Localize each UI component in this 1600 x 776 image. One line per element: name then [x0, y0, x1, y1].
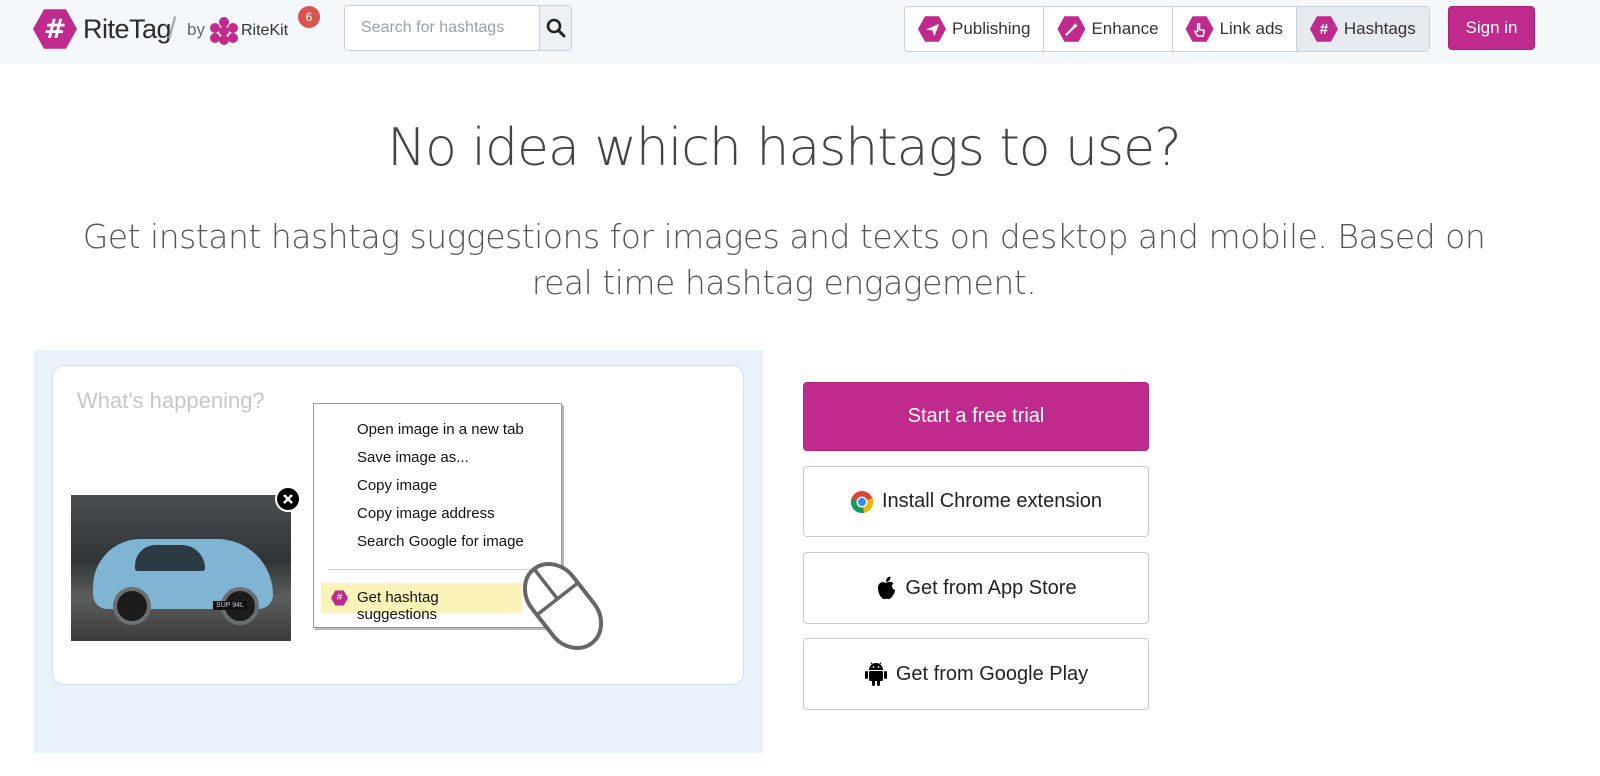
nav-label: Publishing [952, 19, 1031, 38]
button-label: Install Chrome extension [881, 490, 1103, 512]
close-icon[interactable] [275, 486, 301, 512]
menu-item-search-google[interactable]: Search Google for image [357, 533, 524, 550]
sign-in-button[interactable]: Sign in [1448, 6, 1535, 50]
notification-badge[interactable]: 6 [298, 6, 320, 28]
top-header: # RiteTag / by RiteKit 6 Publishing Enha… [0, 0, 1600, 63]
by-label: by [187, 20, 205, 39]
button-label: Get from Google Play [895, 662, 1089, 685]
composer-card: What's happening? SUP 94L Open image in … [52, 365, 744, 685]
nav-item-enhance[interactable]: Enhance [1044, 7, 1173, 51]
search-icon [546, 18, 565, 38]
car-wheel-front [113, 587, 151, 625]
menu-item-open-image[interactable]: Open image in a new tab [357, 421, 524, 438]
button-label: Start a free trial [907, 405, 1045, 427]
license-plate: SUP 94L [213, 601, 247, 610]
hash-icon: # [1309, 16, 1338, 42]
magic-wand-icon [1057, 16, 1086, 42]
apple-icon [875, 575, 897, 601]
paper-plane-icon [918, 16, 946, 42]
menu-item-copy-image[interactable]: Copy image [357, 477, 437, 494]
menu-divider [328, 569, 548, 570]
nav-item-publishing[interactable]: Publishing [905, 7, 1045, 51]
ritekit-name[interactable]: RiteKit [241, 22, 288, 40]
menu-item-label: Get hashtag suggestions [357, 589, 439, 623]
composer-placeholder: What's happening? [77, 388, 265, 413]
menu-item-save-image[interactable]: Save image as... [357, 449, 469, 466]
pointer-hand-icon [1185, 16, 1214, 42]
chrome-icon [850, 490, 874, 514]
nav-label: Link ads [1219, 19, 1283, 38]
nav-label: Hashtags [1343, 19, 1416, 38]
search-button[interactable] [539, 6, 571, 50]
hero-subtitle: Get instant hashtag suggestions for imag… [82, 217, 1486, 302]
search-input[interactable] [345, 6, 539, 50]
brand-name: RiteTag [83, 13, 172, 44]
ritekit-logo-icon[interactable] [210, 17, 238, 45]
product-nav: Publishing Enhance Link ads # Hashtags [904, 6, 1430, 52]
start-free-trial-button[interactable]: Start a free trial [803, 382, 1149, 451]
ritetag-logo[interactable]: # RiteTag [33, 8, 172, 50]
nav-label: Enhance [1091, 19, 1159, 38]
hash-icon: # [331, 590, 348, 606]
menu-item-hashtag-suggestions[interactable]: # Get hashtag suggestions [321, 583, 522, 623]
button-label: Get from App Store [905, 576, 1077, 599]
android-icon [864, 661, 888, 687]
car-photo: SUP 94L [71, 495, 291, 641]
menu-item-copy-address[interactable]: Copy image address [357, 505, 495, 522]
nav-item-hashtags[interactable]: # Hashtags [1296, 7, 1429, 51]
google-play-button[interactable]: Get from Google Play [803, 638, 1149, 710]
logo-symbol: # [43, 13, 67, 45]
hero-title: No idea which hashtags to use? [387, 118, 1181, 178]
nav-item-link-ads[interactable]: Link ads [1173, 7, 1297, 51]
search-bar [344, 5, 572, 51]
app-store-button[interactable]: Get from App Store [803, 552, 1149, 624]
brand-divider: / [168, 12, 177, 45]
install-chrome-extension-button[interactable]: Install Chrome extension [803, 466, 1149, 537]
demo-panel: What's happening? SUP 94L Open image in … [34, 350, 763, 753]
hash-logo-icon: # [33, 9, 77, 49]
mouse-icon [522, 562, 604, 650]
